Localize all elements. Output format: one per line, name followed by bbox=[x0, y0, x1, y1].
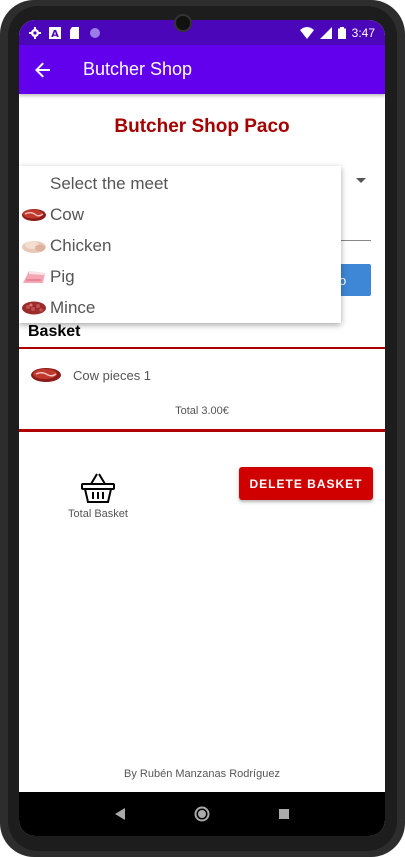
sd-card-icon bbox=[70, 26, 79, 39]
meat-dropdown-menu: Select the meet Cow Chicken Pig Mince bbox=[19, 166, 341, 323]
status-time: 3:47 bbox=[351, 25, 375, 40]
settings-icon bbox=[29, 26, 41, 39]
author-credit: By Rubén Manzanas Rodríguez bbox=[124, 768, 280, 780]
chicken-meat-icon bbox=[22, 240, 46, 253]
minced-meat-icon bbox=[22, 301, 46, 314]
app-title: Butcher Shop bbox=[83, 59, 193, 79]
status-icons-right: 3:47 bbox=[299, 25, 375, 40]
wifi-icon bbox=[299, 26, 314, 39]
a-letter-icon: A bbox=[49, 26, 61, 39]
page-title: Butcher Shop Paco bbox=[114, 116, 290, 137]
option-label-chicken: Chicken bbox=[50, 235, 112, 255]
basket-heading: Basket bbox=[28, 323, 81, 340]
nav-home-button[interactable] bbox=[192, 804, 212, 824]
triangle-back-icon bbox=[115, 808, 125, 820]
dropdown-option-cow[interactable]: Cow bbox=[19, 199, 341, 230]
arrow-back-icon bbox=[35, 62, 50, 77]
svg-text:A: A bbox=[51, 29, 59, 39]
dropdown-option-pig[interactable]: Pig bbox=[19, 261, 341, 292]
status-bar: A 3:47 bbox=[19, 20, 385, 45]
basket-divider-bottom bbox=[19, 429, 385, 432]
total-basket-label: Total Basket bbox=[68, 508, 128, 520]
dropdown-placeholder-option[interactable]: Select the meet bbox=[19, 168, 341, 199]
pork-meat-icon bbox=[23, 270, 45, 283]
status-icons-left: A bbox=[29, 26, 101, 39]
basket-list-item[interactable]: Cow pieces 1 bbox=[19, 360, 385, 390]
front-camera bbox=[174, 14, 192, 32]
circle-app-icon bbox=[90, 27, 100, 38]
nav-back-button[interactable] bbox=[110, 804, 130, 824]
option-label-pig: Pig bbox=[50, 266, 75, 286]
placeholder-label: Select the meet bbox=[50, 173, 169, 193]
beef-steak-icon bbox=[31, 368, 61, 382]
signal-icon bbox=[319, 26, 332, 39]
basket-total: Total 3.00€ bbox=[175, 405, 229, 417]
add-to-basket-button[interactable]: o bbox=[337, 264, 371, 296]
beef-steak-icon bbox=[22, 208, 46, 221]
basket-item-text: Cow pieces 1 bbox=[73, 367, 152, 383]
option-label-cow: Cow bbox=[50, 204, 85, 224]
screen: A 3:47 Butcher Shop Butcher Shop Paco o … bbox=[19, 20, 385, 836]
delete-basket-label: DELETE BASKET bbox=[249, 476, 363, 491]
basket-divider-top bbox=[19, 347, 385, 349]
dropdown-option-chicken[interactable]: Chicken bbox=[19, 230, 341, 261]
system-nav-bar bbox=[19, 792, 385, 836]
delete-basket-button[interactable]: DELETE BASKET bbox=[239, 467, 373, 500]
dropdown-option-mince[interactable]: Mince bbox=[19, 292, 341, 323]
back-button[interactable] bbox=[19, 45, 67, 94]
option-label-mince: Mince bbox=[50, 297, 96, 317]
battery-icon bbox=[337, 26, 346, 39]
spinner-arrow-icon[interactable] bbox=[356, 178, 366, 183]
nav-recents-button[interactable] bbox=[274, 804, 294, 824]
shopping-basket-icon bbox=[81, 473, 115, 503]
circle-home-icon bbox=[194, 806, 210, 822]
app-bar: Butcher Shop bbox=[19, 45, 385, 94]
total-basket-button[interactable]: Total Basket bbox=[53, 472, 143, 520]
square-recents-icon bbox=[279, 809, 289, 819]
